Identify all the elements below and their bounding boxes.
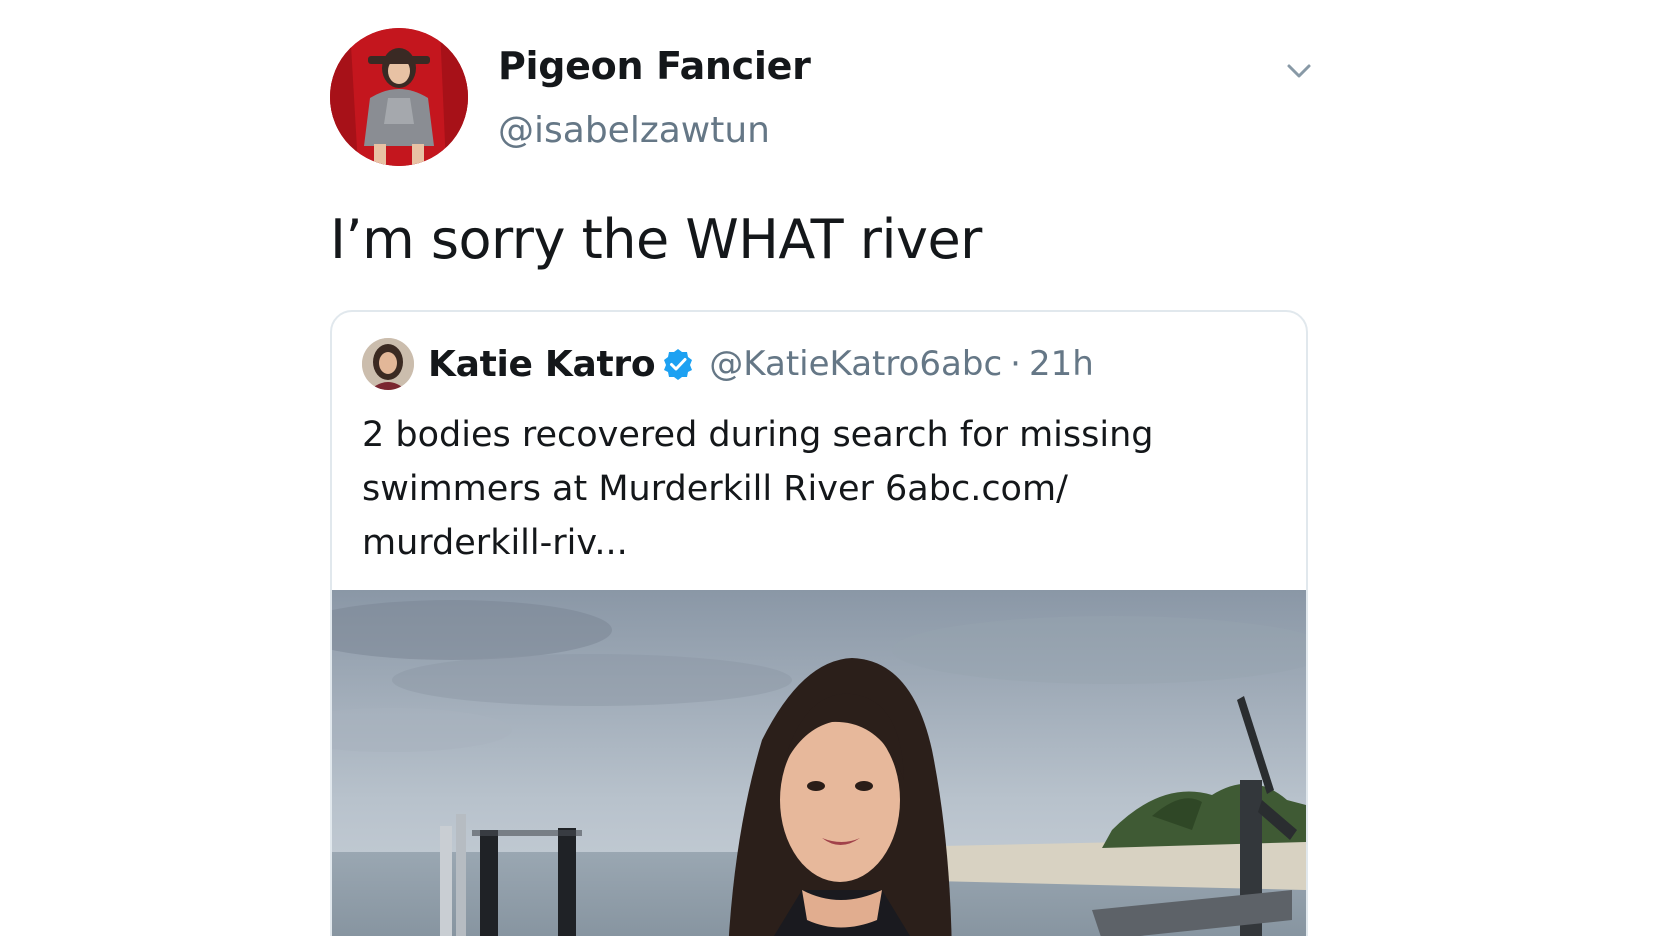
quoted-timestamp[interactable]: 21h bbox=[1029, 344, 1094, 384]
quoted-text-line: murderkill-riv... bbox=[362, 523, 628, 563]
quoted-text-line: swimmers at Murderkill River 6abc.com/ bbox=[362, 469, 1068, 509]
quoted-display-name[interactable]: Katie Katro bbox=[428, 344, 656, 385]
avatar-photo bbox=[330, 28, 468, 166]
user-handle[interactable]: @isabelzawtun bbox=[498, 110, 770, 151]
quoted-media-image[interactable] bbox=[332, 590, 1306, 936]
quoted-tweet-card[interactable]: Katie Katro @KatieKatro6abc · 21h 2 bodi… bbox=[330, 310, 1308, 936]
tweet-text: I’m sorry the WHAT river bbox=[330, 208, 982, 271]
screenshot-page: Pigeon Fancier @isabelzawtun I’m sorry t… bbox=[0, 0, 1662, 936]
display-name[interactable]: Pigeon Fancier bbox=[498, 44, 811, 88]
chevron-down-icon[interactable] bbox=[1282, 54, 1316, 88]
quoted-tweet-text: 2 bodies recovered during search for mis… bbox=[362, 408, 1262, 570]
quoted-header: Katie Katro @KatieKatro6abc · 21h bbox=[428, 340, 1094, 388]
verified-badge-icon bbox=[664, 349, 693, 380]
quoted-avatar-photo bbox=[362, 338, 414, 390]
quoted-avatar[interactable] bbox=[362, 338, 414, 390]
separator-dot: · bbox=[1010, 344, 1021, 384]
news-reporter-photo bbox=[332, 590, 1306, 936]
profile-avatar[interactable] bbox=[330, 28, 468, 166]
quoted-text-line: 2 bodies recovered during search for mis… bbox=[362, 415, 1154, 455]
quoted-handle[interactable]: @KatieKatro6abc bbox=[709, 344, 1002, 384]
